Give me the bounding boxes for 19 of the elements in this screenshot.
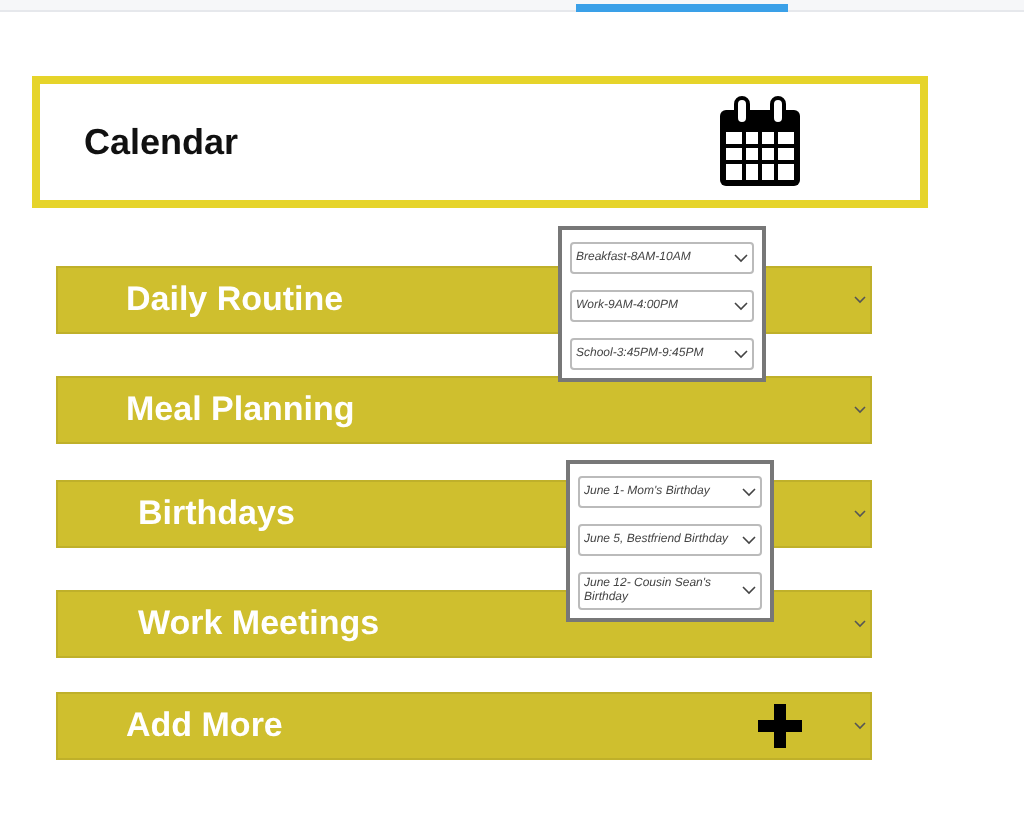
- chevron-down-icon[interactable]: [854, 722, 866, 730]
- chevron-down-icon[interactable]: [742, 586, 756, 597]
- section-label: Work Meetings: [138, 604, 380, 644]
- chevron-down-icon[interactable]: [853, 510, 866, 518]
- plus-icon[interactable]: [758, 704, 802, 748]
- calendar-icon: [718, 96, 802, 188]
- section-label: Meal Planning: [126, 390, 355, 430]
- chevron-down-icon[interactable]: [734, 349, 748, 359]
- calendar-title: Calendar: [84, 121, 239, 163]
- chevron-down-icon[interactable]: [742, 487, 756, 497]
- chevron-down-icon[interactable]: [742, 535, 756, 545]
- section-label: Add More: [126, 706, 283, 746]
- section-label: Birthdays: [138, 494, 295, 534]
- chevron-down-icon[interactable]: [854, 296, 866, 304]
- chevron-down-icon[interactable]: [734, 301, 748, 311]
- section-label: Daily Routine: [126, 280, 344, 320]
- chevron-down-icon[interactable]: [853, 406, 866, 414]
- chevron-down-icon[interactable]: [734, 253, 748, 263]
- chevron-down-icon[interactable]: [854, 620, 866, 628]
